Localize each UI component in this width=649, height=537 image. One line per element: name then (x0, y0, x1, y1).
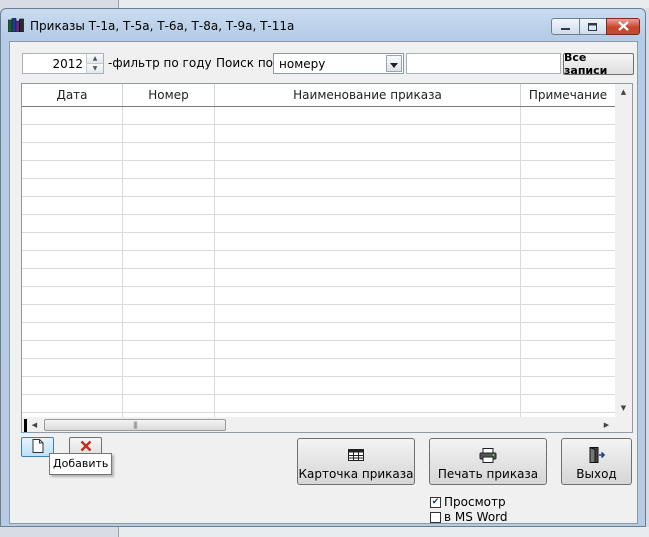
table-row-line (22, 358, 615, 359)
dropdown-arrow-icon (390, 57, 398, 71)
table-row-line (22, 376, 615, 377)
orders-table[interactable]: Дата Номер Наименование приказа Примечан… (21, 83, 633, 433)
background-window-edge (118, 0, 649, 8)
vertical-scrollbar[interactable]: ▲ ▼ (615, 84, 632, 417)
minimize-button[interactable] (551, 18, 580, 35)
search-input[interactable] (406, 53, 561, 74)
year-filter-label: -фильтр по году (108, 56, 212, 70)
new-document-icon (32, 438, 44, 456)
table-row-line (22, 124, 615, 125)
column-header-date[interactable]: Дата (22, 84, 123, 106)
exit-door-icon (589, 447, 605, 463)
search-by-label: Поиск по (216, 56, 274, 70)
column-header-number[interactable]: Номер (123, 84, 215, 106)
all-records-button[interactable]: Все записи (563, 51, 634, 77)
maximize-button[interactable] (579, 18, 607, 35)
column-header-name[interactable]: Наименование приказа (215, 84, 521, 106)
table-row-line (22, 304, 615, 305)
year-value: 2012 (52, 57, 83, 71)
table-header: Дата Номер Наименование приказа Примечан… (22, 84, 615, 107)
search-by-value: номеру (279, 57, 326, 71)
column-divider (122, 107, 123, 417)
search-by-select[interactable]: номеру (273, 53, 404, 74)
row-marker (24, 419, 27, 432)
table-row-line (22, 142, 615, 143)
horizontal-scrollbar[interactable]: ◀ ||| ▶ (22, 417, 615, 432)
exit-button[interactable]: Выход (561, 438, 632, 485)
order-card-label: Карточка приказа (298, 467, 414, 481)
table-row-line (22, 268, 615, 269)
check-mark-icon: ✔ (431, 497, 440, 507)
background-window-edge-bottom (118, 527, 649, 537)
close-button[interactable] (606, 18, 640, 35)
close-icon (617, 20, 629, 34)
preview-checkbox[interactable]: ✔ (430, 497, 441, 508)
scroll-left-icon[interactable]: ◀ (26, 417, 43, 432)
scroll-up-icon[interactable]: ▲ (615, 84, 632, 101)
orders-window: Приказы Т-1а, Т-5а, Т-6а, Т-8а, Т-9а, Т-… (0, 8, 646, 527)
column-divider (214, 107, 215, 417)
scroll-corner (615, 417, 632, 432)
ms-word-checkbox[interactable] (430, 512, 441, 523)
exit-label: Выход (576, 467, 617, 481)
year-spinner[interactable]: ▲ ▼ (86, 54, 103, 73)
table-row-line (22, 322, 615, 323)
column-divider (520, 107, 521, 417)
table-row-line (22, 178, 615, 179)
table-row-line (22, 340, 615, 341)
table-card-icon (348, 447, 364, 463)
table-row-line (22, 214, 615, 215)
spin-down-icon[interactable]: ▼ (87, 64, 103, 73)
dropdown-button[interactable] (386, 55, 402, 72)
scroll-down-icon[interactable]: ▼ (615, 400, 632, 417)
column-header-note[interactable]: Примечание (521, 84, 615, 106)
printer-icon (479, 447, 497, 463)
scroll-right-icon[interactable]: ▶ (598, 417, 615, 432)
maximize-icon (588, 20, 598, 34)
app-books-icon (7, 17, 24, 33)
table-row-line (22, 394, 615, 395)
window-title: Приказы Т-1а, Т-5а, Т-6а, Т-8а, Т-9а, Т-… (30, 19, 295, 33)
print-order-button[interactable]: Печать приказа (429, 438, 547, 485)
order-card-button[interactable]: Карточка приказа (297, 438, 415, 485)
add-tooltip: Добавить (49, 453, 113, 475)
preview-label: Просмотр (444, 495, 506, 509)
table-row-line (22, 160, 615, 161)
spin-up-icon[interactable]: ▲ (87, 54, 103, 64)
title-bar[interactable]: Приказы Т-1а, Т-5а, Т-6а, Т-8а, Т-9а, Т-… (1, 9, 645, 39)
table-row-line (22, 232, 615, 233)
table-row-line (22, 412, 615, 413)
table-body[interactable] (22, 107, 615, 417)
ms-word-label: в MS Word (444, 510, 508, 524)
table-row-line (22, 286, 615, 287)
client-area: 2012 ▲ ▼ -фильтр по году Поиск по номеру… (9, 41, 638, 524)
year-spinbox[interactable]: 2012 ▲ ▼ (22, 53, 104, 74)
table-row-line (22, 196, 615, 197)
horizontal-scroll-thumb[interactable]: ||| (44, 419, 226, 431)
print-order-label: Печать приказа (437, 467, 539, 481)
table-row-line (22, 250, 615, 251)
minimize-icon (560, 20, 571, 34)
